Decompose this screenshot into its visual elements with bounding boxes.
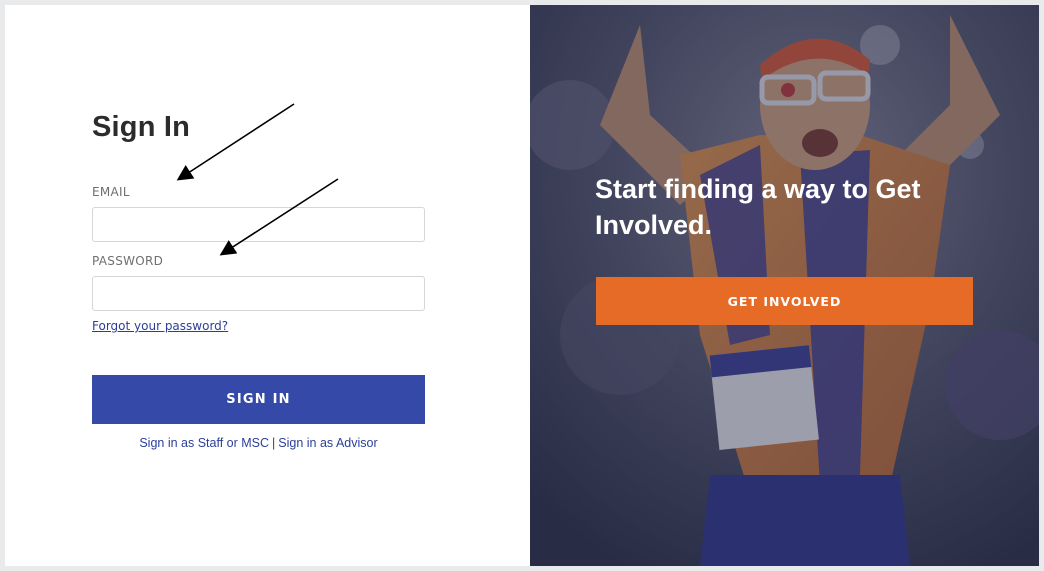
password-field[interactable] <box>92 276 425 311</box>
forgot-password-link[interactable]: Forgot your password? <box>92 319 228 333</box>
alternate-signin-links: Sign in as Staff or MSC | Sign in as Advis… <box>92 436 425 450</box>
email-field[interactable] <box>92 207 425 242</box>
staff-signin-link[interactable]: Sign in as Staff or MSC <box>139 436 269 450</box>
page-title: Sign In <box>92 111 191 143</box>
signin-panel: Sign In EMAIL PASSWORD Forgot your passw… <box>5 5 530 566</box>
link-separator: | <box>272 436 276 450</box>
get-involved-button[interactable]: GET INVOLVED <box>596 277 973 325</box>
sign-in-button[interactable]: SIGN IN <box>92 375 425 424</box>
advisor-signin-link[interactable]: Sign in as Advisor <box>278 436 377 450</box>
promo-panel: Start finding a way to Get Involved. GET… <box>530 5 1039 566</box>
password-label: PASSWORD <box>92 254 164 268</box>
promo-headline: Start finding a way to Get Involved. <box>595 174 921 240</box>
email-label: EMAIL <box>92 185 130 199</box>
